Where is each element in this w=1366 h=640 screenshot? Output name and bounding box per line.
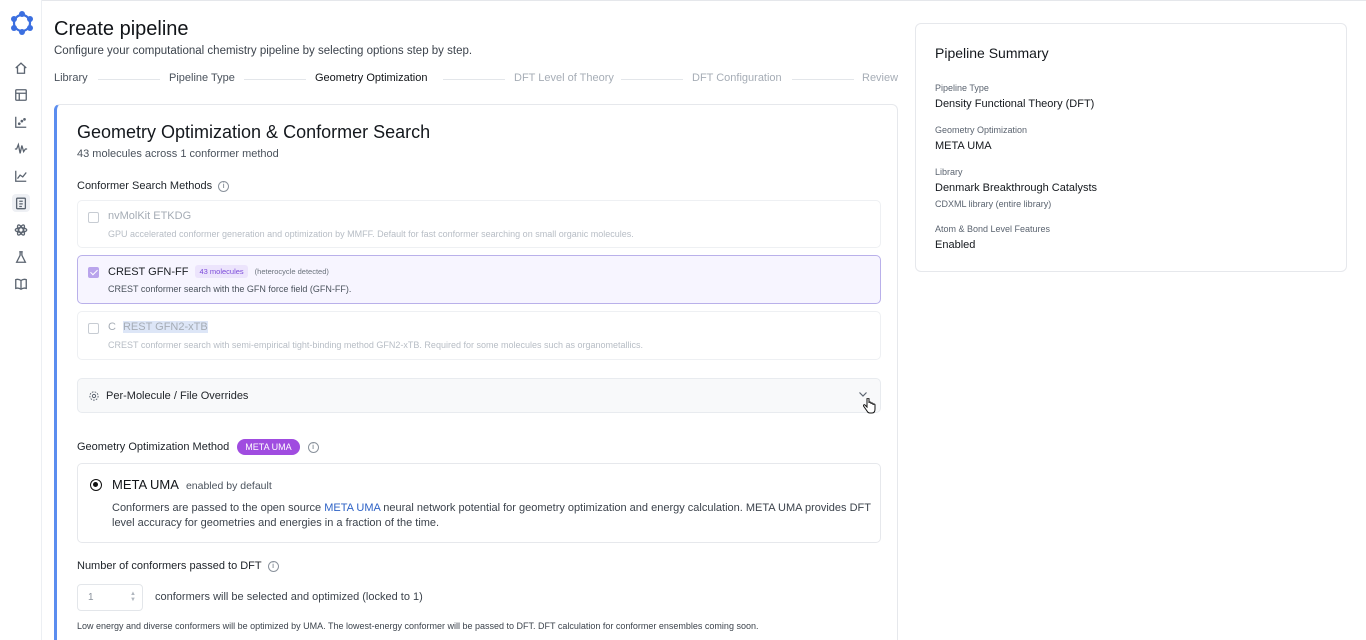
scatter-chart-icon[interactable] [12,113,30,131]
line-chart-icon[interactable] [12,167,30,185]
uma-enabled-note: enabled by default [185,480,272,492]
method-title-part: C [108,321,116,333]
info-icon[interactable]: i [307,441,319,453]
uma-title: META UMA [112,477,179,492]
waveform-icon[interactable] [12,140,30,158]
num-conformers-input: 1 ▲ ▼ [77,584,143,611]
radio-selected[interactable] [90,479,102,491]
clipboard-icon[interactable] [12,194,30,212]
geometry-method-label: Geometry Optimization Method META UMA i [77,439,319,455]
pipeline-summary: Pipeline Summary Pipeline Type Density F… [915,23,1347,272]
app-logo-icon[interactable] [8,9,36,37]
summary-value: Denmark Breakthrough Catalysts [935,182,1098,194]
uma-description: Conformers are passed to the open source… [112,501,872,531]
checkbox [88,212,99,223]
geometry-card: Geometry Optimization & Conformer Search… [54,104,898,640]
step-library[interactable]: Library [54,72,88,84]
info-icon[interactable]: i [267,560,279,572]
method-crest-gfn2-xtb: C REST GFN2-xTB CREST conformer search wi… [77,311,881,360]
summary-key: Atom & Bond Level Features [935,224,1051,234]
meta-uma-pill: META UMA [237,439,300,455]
geometry-method-text: Geometry Optimization Method [77,441,230,453]
page-title: Create pipeline [54,18,189,40]
method-title: C REST GFN2-xTB [108,321,208,333]
method-title: nvMolKit ETKDG [108,210,192,222]
num-conformers-note: Low energy and diverse conformers will b… [77,621,759,631]
step-connector [792,79,854,80]
card-title: Geometry Optimization & Conformer Search [77,122,431,142]
selected-text-highlight: REST GFN2-xTB [122,321,208,333]
num-conformers-hint: conformers will be selected and optimize… [155,591,423,603]
overrides-accordion[interactable]: Per-Molecule / File Overrides [77,378,881,413]
summary-value: Enabled [935,239,976,251]
uma-desc-part: Conformers are passed to the open source [112,502,325,514]
summary-atom-bond-features: Atom & Bond Level Features Enabled [935,224,1050,251]
summary-geometry-optimization: Geometry Optimization META UMA [935,125,1027,152]
step-connector [98,79,160,80]
home-icon[interactable] [12,59,30,77]
conformer-methods-label: Conformer Search Methods i [77,180,230,192]
heterocycle-note: (heterocycle detected) [254,267,329,276]
info-icon[interactable]: i [218,180,230,192]
page-subtitle: Configure your computational chemistry p… [54,45,473,57]
step-pipeline-type[interactable]: Pipeline Type [169,72,235,84]
num-conformers-value: 1 [88,592,94,603]
num-conformers-label: Number of conformers passed to DFT i [77,560,279,572]
step-connector [244,79,306,80]
method-description: CREST conformer search with semi-empiric… [108,340,644,350]
meta-uma-option[interactable]: META UMA enabled by default Conformers a… [77,463,881,543]
overrides-label: Per-Molecule / File Overrides [106,390,249,402]
uma-title-row: META UMA enabled by default [112,477,272,492]
sidebar [0,0,42,640]
checkbox-checked[interactable] [88,267,99,278]
summary-note: CDXML library (entire library) [935,199,1052,209]
hand-cursor-icon [862,398,876,414]
step-dft-configuration: DFT Configuration [692,72,782,84]
molecule-count-badge: 43 molecules [195,265,248,278]
summary-key: Library [935,167,963,177]
summary-title: Pipeline Summary [935,45,1049,61]
atom-icon[interactable] [12,221,30,239]
summary-value: META UMA [935,140,992,152]
method-description: CREST conformer search with the GFN forc… [108,284,352,294]
summary-library: Library Denmark Breakthrough Catalysts C… [935,167,1097,209]
book-icon[interactable] [12,275,30,293]
step-geometry-optimization[interactable]: Geometry Optimization [315,72,427,84]
method-crest-gfn-ff[interactable]: CREST GFN-FF 43 molecules (heterocycle d… [77,255,881,304]
step-review: Review [862,72,899,84]
method-nvmolkit-etkdg: nvMolKit ETKDG GPU accelerated conformer… [77,200,881,248]
meta-uma-link[interactable]: META UMA [324,502,380,514]
gear-icon [89,391,99,401]
table-icon[interactable] [12,86,30,104]
method-title-row: CREST GFN-FF 43 molecules (heterocycle d… [108,265,329,278]
method-title: CREST GFN-FF [108,265,189,278]
spinner-arrows-icon: ▲ ▼ [130,591,136,603]
stepper: Library Pipeline Type Geometry Optimizat… [54,72,898,88]
top-divider [42,0,1366,2]
checkbox [88,323,99,334]
summary-value: Density Functional Theory (DFT) [935,98,1095,110]
summary-pipeline-type: Pipeline Type Density Functional Theory … [935,83,1094,110]
method-description: GPU accelerated conformer generation and… [108,229,634,239]
step-connector [443,79,505,80]
flask-icon[interactable] [12,248,30,266]
num-conformers-text: Number of conformers passed to DFT [77,560,262,572]
step-dft-level-of-theory: DFT Level of Theory [514,72,614,84]
card-subtitle: 43 molecules across 1 conformer method [77,148,279,160]
summary-key: Pipeline Type [935,83,989,93]
conformer-methods-text: Conformer Search Methods [77,180,213,192]
step-connector [621,79,683,80]
summary-key: Geometry Optimization [935,125,1028,135]
